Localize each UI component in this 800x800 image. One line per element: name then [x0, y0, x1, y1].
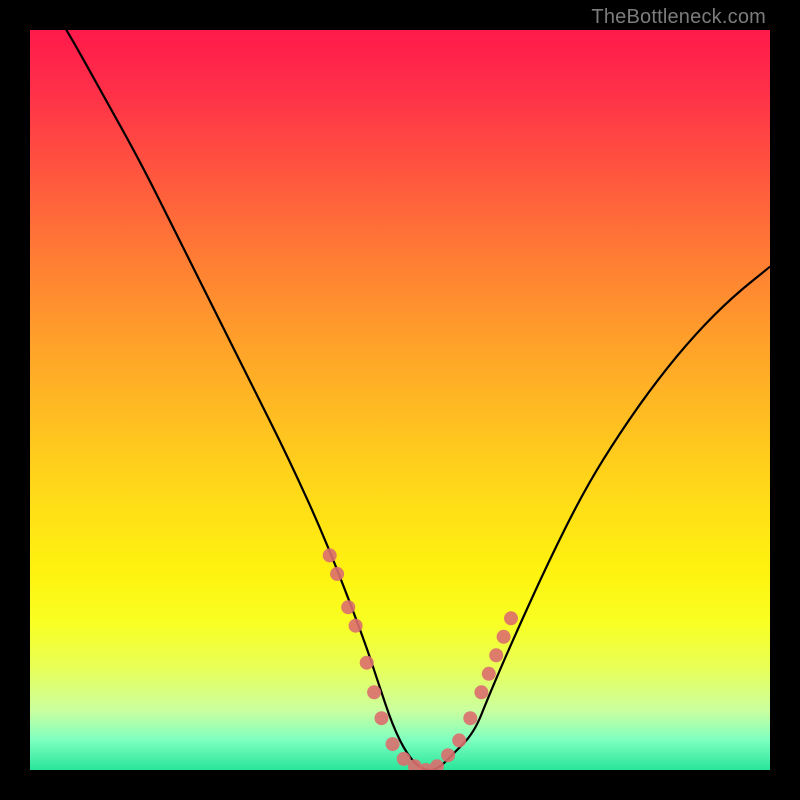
- highlight-dot: [463, 711, 477, 725]
- highlight-dot: [474, 685, 488, 699]
- chart-container: TheBottleneck.com: [0, 0, 800, 800]
- chart-svg: [30, 30, 770, 770]
- highlight-dot: [341, 600, 355, 614]
- highlight-dot: [452, 733, 466, 747]
- highlight-dot: [489, 648, 503, 662]
- highlight-dot: [386, 737, 400, 751]
- highlight-dot: [367, 685, 381, 699]
- highlight-dot: [349, 619, 363, 633]
- watermark-text: TheBottleneck.com: [591, 6, 766, 29]
- highlight-dot: [375, 711, 389, 725]
- v-curve: [30, 30, 770, 770]
- highlight-dot: [330, 567, 344, 581]
- plot-area: [30, 30, 770, 770]
- highlight-dot: [482, 667, 496, 681]
- highlight-dot: [430, 759, 444, 770]
- highlight-dot: [360, 656, 374, 670]
- highlight-dots: [323, 548, 518, 770]
- highlight-dot: [497, 630, 511, 644]
- highlight-dot: [323, 548, 337, 562]
- highlight-dot: [504, 611, 518, 625]
- highlight-dot: [441, 748, 455, 762]
